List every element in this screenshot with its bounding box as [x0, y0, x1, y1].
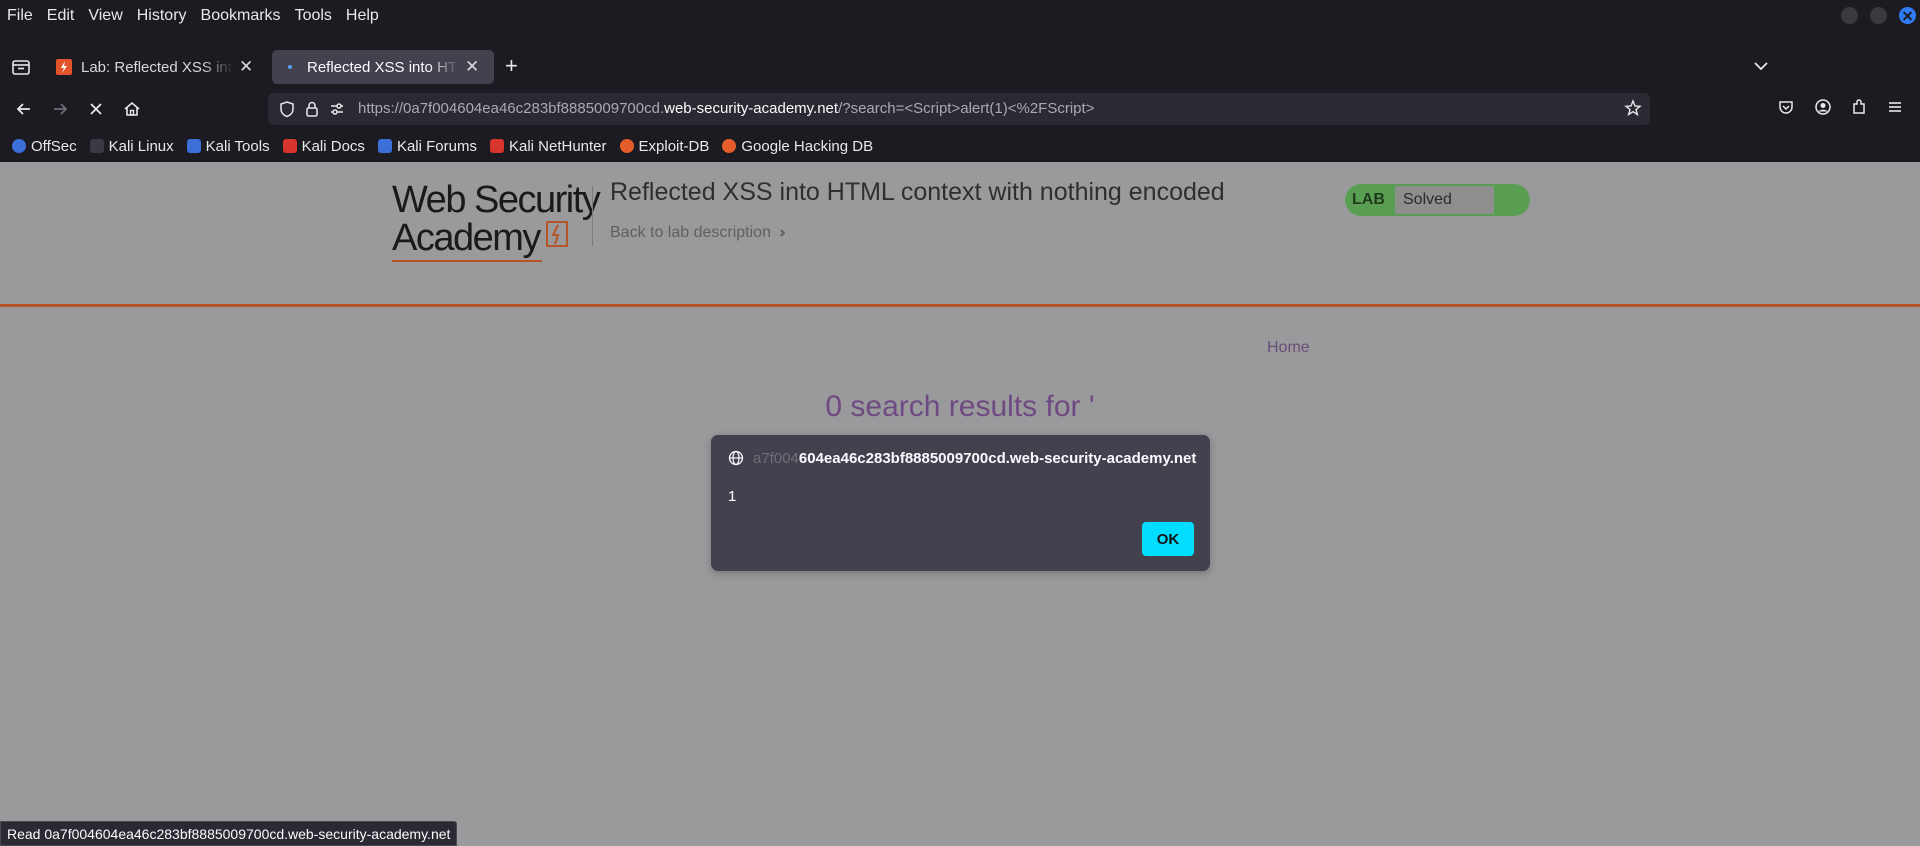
forward-arrow-icon[interactable] [49, 98, 71, 120]
back-to-lab-link[interactable]: Back to lab description ›› [610, 224, 785, 242]
tab-list-icon[interactable] [10, 56, 32, 78]
logo-line1: Web Security [392, 179, 601, 221]
home-link[interactable]: Home [1267, 339, 1310, 357]
bookmark-label: Exploit-DB [638, 137, 710, 155]
dialog-origin: a7f004604ea46c283bf8885009700cd.web-secu… [753, 450, 1196, 467]
menu-view[interactable]: View [88, 7, 122, 25]
bookmarks-toolbar: OffSec Kali Linux Kali Tools Kali Docs K… [0, 134, 1920, 158]
bookmark-kali-nethunter[interactable]: Kali NetHunter [489, 137, 607, 155]
bookmark-label: Google Hacking DB [741, 137, 874, 155]
tab-title: Reflected XSS into HTML context with not… [307, 58, 459, 76]
double-chevron-right-icon: ›› [778, 224, 785, 241]
bookmark-label: OffSec [31, 137, 77, 155]
lock-icon[interactable] [303, 100, 321, 123]
bookmark-kali-tools[interactable]: Kali Tools [186, 137, 270, 155]
burp-favicon-icon [56, 59, 72, 75]
alert-dialog: a7f004604ea46c283bf8885009700cd.web-secu… [711, 435, 1210, 571]
close-window-button[interactable] [1899, 7, 1916, 24]
menu-edit[interactable]: Edit [47, 7, 75, 25]
url-prefix: https://0a7f004604ea46c283bf8885009700cd… [358, 100, 665, 117]
bookmark-label: Kali NetHunter [508, 137, 607, 155]
bookmark-label: Kali Linux [108, 137, 174, 155]
logo-bolt-icon [543, 218, 571, 258]
dialog-origin-main: 604ea46c283bf8885009700cd.web-security-a… [798, 450, 1197, 467]
logo-line2: Academy [392, 217, 541, 259]
bookmark-kali-linux[interactable]: Kali Linux [89, 137, 174, 155]
window-controls [1841, 7, 1916, 24]
chevron-down-icon[interactable] [1752, 57, 1770, 80]
back-link-label: Back to lab description [610, 224, 771, 241]
pocket-icon[interactable] [1777, 98, 1795, 121]
lab-state: Solved [1395, 186, 1494, 214]
menu-bookmarks[interactable]: Bookmarks [201, 7, 281, 25]
stop-loading-icon[interactable] [85, 98, 107, 120]
exploit-db-icon [619, 139, 634, 153]
bookmark-label: Kali Docs [301, 137, 365, 155]
lab-title: Reflected XSS into HTML context with not… [610, 178, 1225, 206]
permissions-icon[interactable] [328, 100, 346, 123]
minimize-button[interactable] [1841, 7, 1858, 24]
url-bar[interactable]: https://0a7f004604ea46c283bf8885009700cd… [268, 93, 1650, 125]
lab-state-text: Solved [1403, 191, 1452, 208]
lab-header: Web Security Academy Reflected XSS into … [0, 162, 1920, 307]
bookmark-label: Kali Forums [396, 137, 477, 155]
search-results-heading: 0 search results for ' [825, 390, 1095, 423]
bookmark-label: Kali Tools [205, 137, 270, 155]
logo-line2-row: Academy [392, 218, 599, 258]
new-tab-plus-icon[interactable]: + [505, 55, 518, 77]
close-tab-icon[interactable]: ✕ [239, 57, 253, 77]
web-security-academy-logo[interactable]: Web Security Academy [392, 179, 601, 262]
kali-tools-icon [186, 139, 201, 153]
dialog-origin-faded: a7f004 [753, 450, 799, 467]
kali-forums-icon [377, 139, 392, 153]
nethunter-icon [489, 139, 504, 153]
bookmark-google-hacking-db[interactable]: Google Hacking DB [722, 138, 873, 155]
hamburger-menu-icon[interactable] [1886, 98, 1904, 121]
ghdb-icon [722, 139, 737, 153]
kali-dragon-icon [89, 139, 104, 153]
bookmark-kali-docs[interactable]: Kali Docs [282, 137, 365, 155]
globe-icon [728, 450, 744, 471]
maximize-button[interactable] [1870, 7, 1887, 24]
back-arrow-icon[interactable] [13, 98, 35, 120]
status-bar: Read 0a7f004604ea46c283bf8885009700cd.we… [0, 821, 458, 846]
extensions-icon[interactable] [1850, 98, 1868, 121]
menu-file[interactable]: File [7, 7, 33, 25]
close-tab-icon[interactable]: ✕ [465, 57, 479, 77]
shield-icon[interactable] [278, 100, 296, 123]
menu-tools[interactable]: Tools [295, 7, 332, 25]
navigation-bar: https://0a7f004604ea46c283bf8885009700cd… [0, 88, 1920, 130]
loading-favicon-icon [282, 59, 298, 75]
tab-title: Lab: Reflected XSS into HTML context wit… [81, 58, 233, 76]
tab-active-lab[interactable]: Reflected XSS into HTML context with not… [272, 50, 494, 84]
bookmark-kali-forums[interactable]: Kali Forums [377, 137, 477, 155]
url-suffix: /?search=<Script>alert(1)<%2FScript> [838, 100, 1095, 117]
offsec-icon [12, 139, 26, 153]
tab-lab-description[interactable]: Lab: Reflected XSS into HTML context wit… [46, 50, 264, 84]
url-text[interactable]: https://0a7f004604ea46c283bf8885009700cd… [358, 100, 1094, 117]
browser-chrome: File Edit View History Bookmarks Tools H… [0, 0, 1920, 162]
url-domain: web-security-academy.net [664, 100, 839, 117]
dialog-message: 1 [728, 488, 737, 505]
kali-docs-icon [282, 139, 297, 153]
lab-label: LAB [1352, 191, 1385, 208]
lab-status-badge: LAB Solved [1345, 184, 1530, 216]
logo-underline [392, 260, 542, 262]
menu-history[interactable]: History [137, 7, 187, 25]
menu-help[interactable]: Help [346, 7, 379, 25]
ok-button[interactable]: OK [1142, 522, 1194, 556]
header-divider [592, 186, 593, 246]
home-icon[interactable] [121, 98, 143, 120]
menu-bar: File Edit View History Bookmarks Tools H… [0, 0, 1920, 32]
bookmark-star-icon[interactable] [1624, 99, 1642, 122]
account-icon[interactable] [1814, 98, 1832, 121]
bookmark-offsec[interactable]: OffSec [12, 138, 77, 155]
tab-bar: Lab: Reflected XSS into HTML context wit… [0, 48, 1920, 86]
bookmark-exploit-db[interactable]: Exploit-DB [619, 137, 710, 155]
